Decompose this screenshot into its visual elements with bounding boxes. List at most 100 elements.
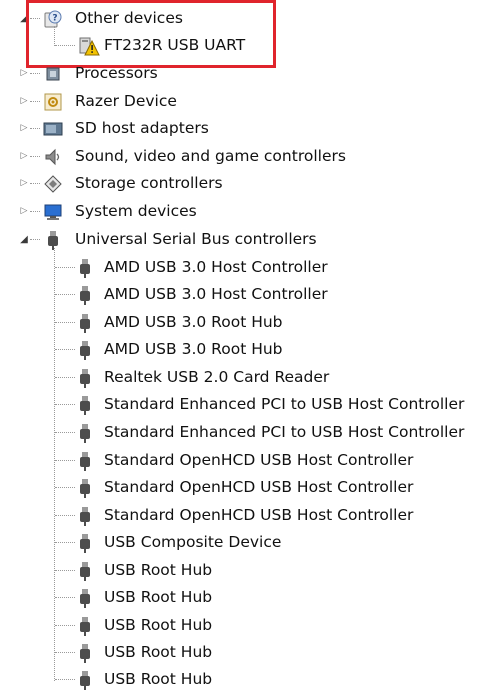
tree-item-usb-child[interactable]: AMD USB 3.0 Root Hub (0, 336, 480, 363)
tree-item-label: Universal Serial Bus controllers (75, 230, 317, 248)
expand-arrow-icon[interactable]: ▷ (18, 88, 30, 115)
expand-arrow-icon[interactable]: ▷ (18, 60, 30, 87)
tree-item-usb-child[interactable]: AMD USB 3.0 Host Controller (0, 254, 480, 281)
tree-connector (55, 377, 75, 378)
storage-icon (42, 173, 64, 195)
tree-connector (55, 404, 75, 405)
tree-item-razer-device[interactable]: ▷ Razer Device (0, 88, 480, 115)
tree-item-label: AMD USB 3.0 Host Controller (104, 285, 328, 303)
tree-item-label: Standard Enhanced PCI to USB Host Contro… (104, 423, 465, 441)
tree-item-label: USB Root Hub (104, 561, 213, 579)
tree-item-usb-child[interactable]: Standard Enhanced PCI to USB Host Contro… (0, 391, 480, 418)
tree-connector (55, 679, 75, 680)
usb-plug-icon (74, 367, 96, 389)
tree-connector (30, 156, 40, 157)
tree-connector (55, 349, 75, 350)
tree-item-usb-child[interactable]: AMD USB 3.0 Root Hub (0, 309, 480, 336)
usb-plug-icon (74, 532, 96, 554)
tree-item-other-devices[interactable]: ◢ ? Other devices (0, 5, 480, 32)
expand-arrow-icon[interactable]: ▷ (18, 170, 30, 197)
tree-item-usb-child[interactable]: Standard OpenHCD USB Host Controller (0, 447, 480, 474)
tree-item-usb-child[interactable]: USB Composite Device (0, 529, 480, 556)
tree-item-label: Other devices (75, 9, 183, 27)
tree-connector (30, 211, 40, 212)
usb-plug-icon (74, 615, 96, 637)
device-tree: ◢ ? Other devices FT232R USB UART ▷ Proc… (0, 0, 480, 691)
tree-item-sound-video-game[interactable]: ▷ Sound, video and game controllers (0, 143, 480, 170)
tree-item-label: Standard OpenHCD USB Host Controller (104, 478, 414, 496)
tree-connector (30, 239, 40, 240)
tree-item-sd-host-adapters[interactable]: ▷ SD host adapters (0, 115, 480, 142)
tree-item-label: Sound, video and game controllers (75, 147, 346, 165)
tree-connector (55, 294, 75, 295)
tree-item-usb-controllers[interactable]: ◢ Universal Serial Bus controllers (0, 226, 480, 253)
tree-connector (55, 515, 75, 516)
tree-item-label: Standard OpenHCD USB Host Controller (104, 506, 414, 524)
tree-connector (30, 183, 40, 184)
tree-connector (55, 432, 75, 433)
usb-plug-icon (74, 312, 96, 334)
tree-connector (55, 267, 75, 268)
usb-plug-icon (74, 257, 96, 279)
tree-item-label: USB Composite Device (104, 533, 282, 551)
tree-item-usb-child[interactable]: Standard Enhanced PCI to USB Host Contro… (0, 419, 480, 446)
tree-connector (55, 570, 75, 571)
tree-connector (55, 487, 75, 488)
usb-plug-icon (74, 477, 96, 499)
tree-item-usb-child[interactable]: AMD USB 3.0 Host Controller (0, 281, 480, 308)
collapse-arrow-icon[interactable]: ◢ (18, 226, 30, 253)
tree-item-label: USB Root Hub (104, 670, 213, 688)
tree-item-label: AMD USB 3.0 Host Controller (104, 258, 328, 276)
tree-item-usb-child[interactable]: USB Root Hub (0, 612, 480, 639)
speaker-icon (42, 146, 64, 168)
processor-icon (42, 63, 64, 85)
tree-item-label: USB Root Hub (104, 616, 213, 634)
tree-item-usb-child[interactable]: USB Root Hub (0, 584, 480, 611)
tree-item-label: Processors (75, 64, 158, 82)
tree-connector (55, 542, 75, 543)
expand-arrow-icon[interactable]: ▷ (18, 198, 30, 225)
system-devices-icon (42, 201, 64, 223)
tree-connector (30, 73, 40, 74)
tree-item-label: SD host adapters (75, 119, 209, 137)
tree-item-usb-child[interactable]: Standard OpenHCD USB Host Controller (0, 502, 480, 529)
tree-connector (30, 128, 40, 129)
tree-item-label: AMD USB 3.0 Root Hub (104, 313, 283, 331)
tree-item-processors[interactable]: ▷ Processors (0, 60, 480, 87)
usb-plug-icon (74, 560, 96, 582)
tree-connector (55, 625, 75, 626)
tree-connector (55, 45, 75, 46)
tree-item-usb-child[interactable]: USB Root Hub (0, 639, 480, 666)
tree-item-label: Standard OpenHCD USB Host Controller (104, 451, 414, 469)
tree-item-usb-child[interactable]: Standard OpenHCD USB Host Controller (0, 474, 480, 501)
tree-item-label: USB Root Hub (104, 588, 213, 606)
tree-item-usb-child[interactable]: Realtek USB 2.0 Card Reader (0, 364, 480, 391)
usb-plug-icon (74, 587, 96, 609)
usb-plug-icon (74, 642, 96, 664)
tree-item-ft232r[interactable]: FT232R USB UART (0, 32, 480, 59)
expand-arrow-icon[interactable]: ▷ (18, 143, 30, 170)
tree-item-label: Razer Device (75, 92, 177, 110)
usb-plug-icon (42, 229, 64, 251)
tree-item-label: AMD USB 3.0 Root Hub (104, 340, 283, 358)
other-devices-icon: ? (42, 8, 64, 30)
tree-item-usb-child[interactable]: USB Root Hub (0, 666, 480, 693)
usb-plug-icon (74, 450, 96, 472)
tree-connector (55, 460, 75, 461)
usb-plug-icon (74, 339, 96, 361)
tree-item-storage-controllers[interactable]: ▷ Storage controllers (0, 170, 480, 197)
tree-connector (55, 597, 75, 598)
expand-arrow-icon[interactable]: ▷ (18, 115, 30, 142)
usb-plug-icon (74, 505, 96, 527)
tree-item-label: Realtek USB 2.0 Card Reader (104, 368, 330, 386)
warning-device-icon (78, 35, 100, 57)
tree-item-system-devices[interactable]: ▷ System devices (0, 198, 480, 225)
tree-connector (55, 652, 75, 653)
sd-adapter-icon (42, 118, 64, 140)
tree-item-label: Storage controllers (75, 174, 223, 192)
tree-item-usb-child[interactable]: USB Root Hub (0, 557, 480, 584)
usb-plug-icon (74, 284, 96, 306)
collapse-arrow-icon[interactable]: ◢ (18, 5, 30, 32)
tree-connector (55, 322, 75, 323)
tree-item-label: System devices (75, 202, 197, 220)
